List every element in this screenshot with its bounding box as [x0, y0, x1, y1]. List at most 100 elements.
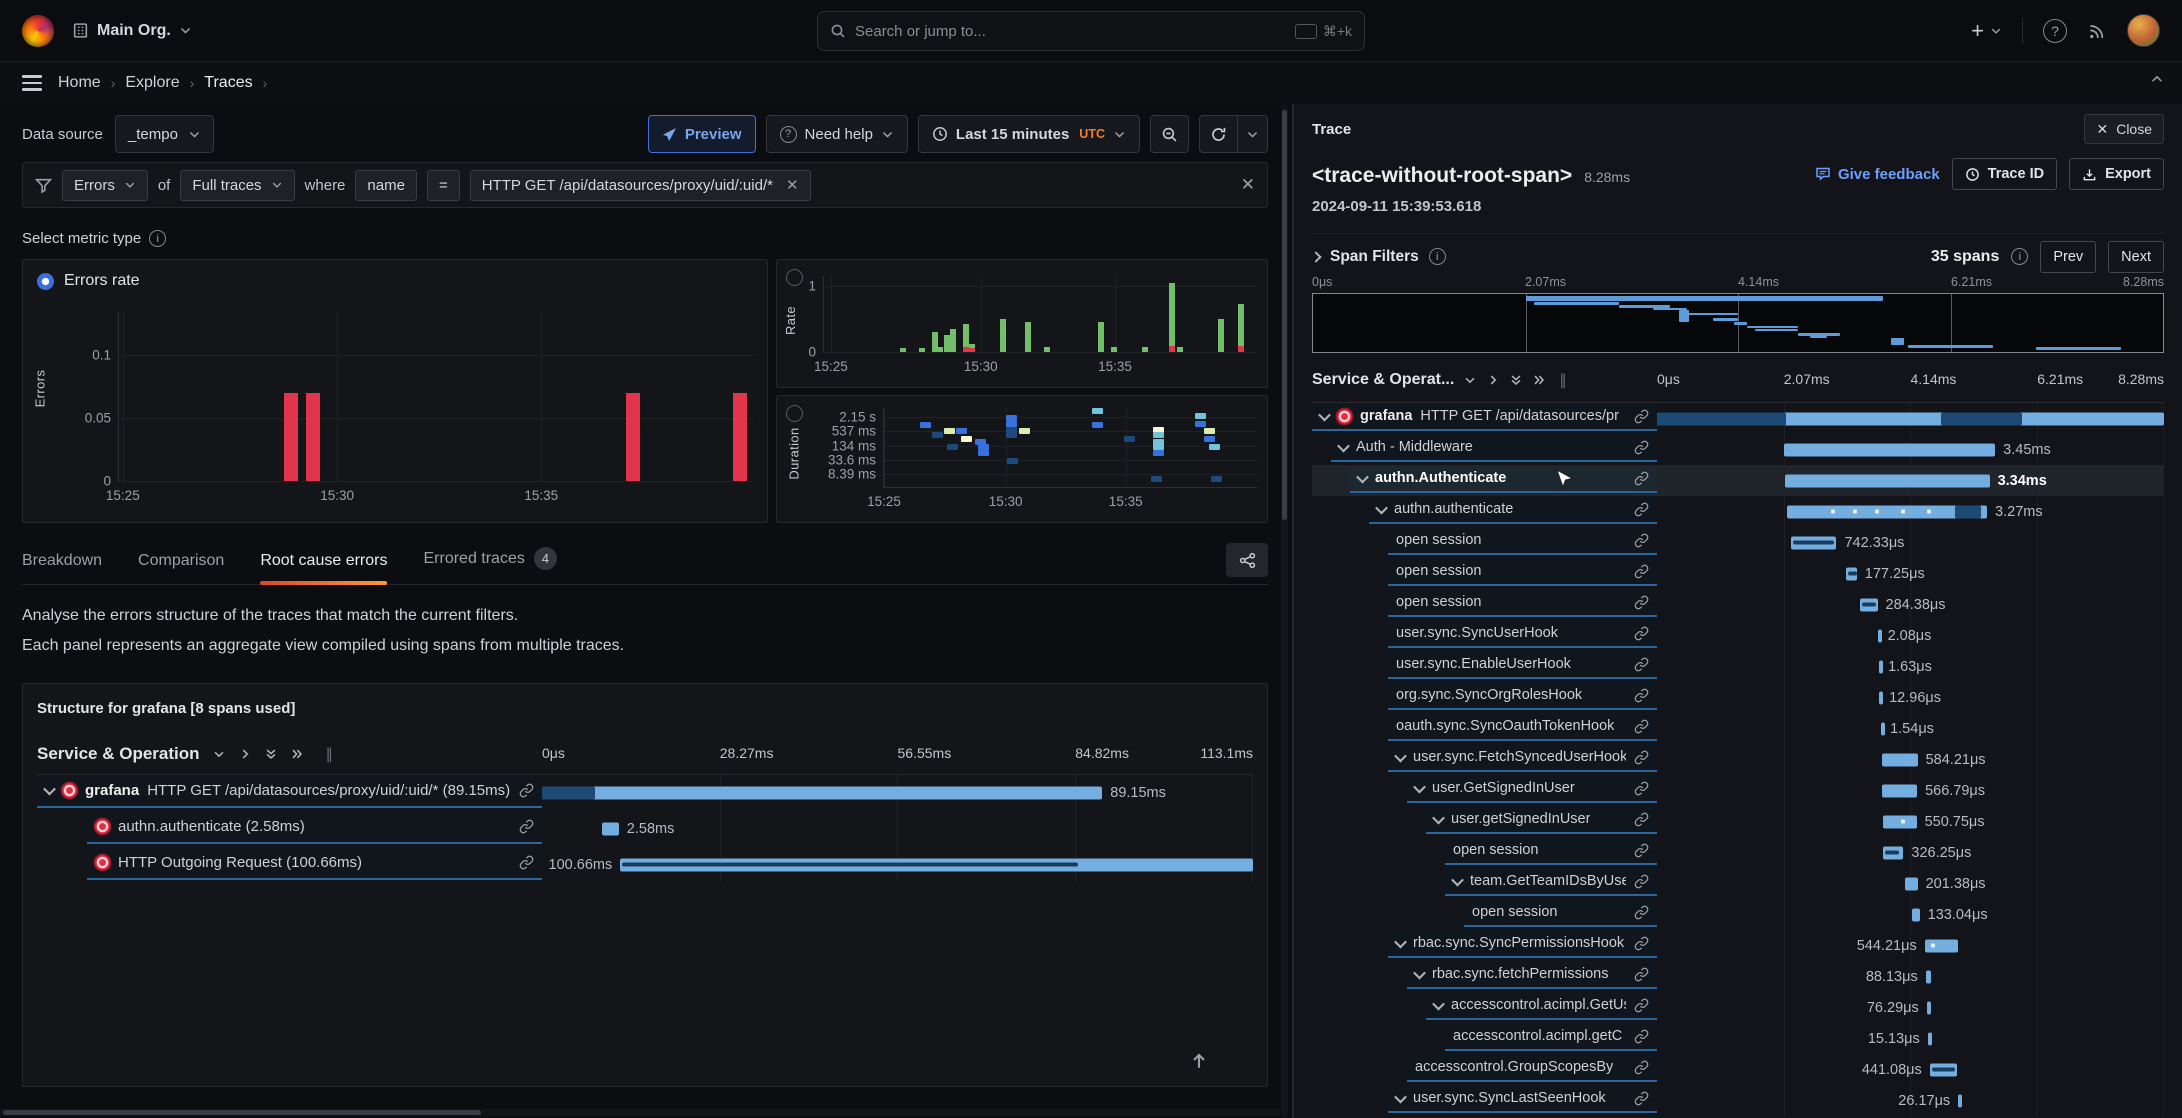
filter-operator-chip[interactable]: = — [427, 170, 460, 201]
span-duration-bar[interactable] — [1928, 1032, 1932, 1045]
span-row[interactable]: user.sync.FetchSyncedUserHook584.21μs — [1312, 744, 2164, 775]
span-name-cell[interactable]: open session — [1388, 558, 1657, 586]
span-row[interactable]: user.GetSignedInUser566.79μs — [1312, 775, 2164, 806]
span-duration-bar[interactable] — [1882, 784, 1917, 797]
span-link-icon[interactable] — [1634, 471, 1649, 486]
span-name-cell[interactable]: rbac.sync.fetchPermissions — [1407, 961, 1657, 989]
expand-one-icon[interactable] — [238, 747, 252, 761]
span-duration-bar[interactable] — [1878, 629, 1882, 642]
trace-minimap[interactable] — [1312, 293, 2164, 353]
span-row[interactable]: authn.Authenticate3.34ms — [1312, 465, 2164, 496]
collapse-all-icon[interactable] — [1509, 373, 1523, 387]
heatmap-cell[interactable] — [961, 436, 972, 442]
span-duration-bar[interactable] — [1784, 443, 1995, 456]
rate-bar[interactable] — [919, 348, 925, 352]
time-range-picker[interactable]: Last 15 minutes UTC — [918, 115, 1140, 153]
span-duration-bar[interactable] — [1925, 939, 1958, 952]
span-row[interactable]: grafanaHTTP GET /api/datasources/proxy/u… — [37, 775, 1253, 811]
expand-chevron-icon[interactable] — [43, 783, 56, 796]
span-name-cell[interactable]: team.GetTeamIDsByUser — [1445, 868, 1657, 896]
span-duration-bar[interactable] — [1785, 474, 1989, 487]
expand-chevron-icon[interactable] — [1394, 749, 1407, 762]
span-row[interactable]: Auth - Middleware3.45ms — [1312, 434, 2164, 465]
span-duration-bar[interactable] — [1791, 536, 1837, 549]
info-icon[interactable]: i — [149, 230, 166, 247]
heatmap-cell[interactable] — [1151, 476, 1162, 482]
span-name-cell[interactable]: open session — [1388, 527, 1657, 555]
span-row[interactable]: oauth.sync.SyncOauthTokenHook1.54μs — [1312, 713, 2164, 744]
span-duration-bar[interactable] — [1926, 970, 1932, 983]
heatmap-cell[interactable] — [1153, 450, 1164, 456]
span-link-icon[interactable] — [1634, 409, 1649, 424]
expand-chevron-icon[interactable] — [1394, 1090, 1407, 1103]
heatmap-cell[interactable] — [1195, 413, 1206, 419]
refresh-interval-dropdown[interactable] — [1238, 115, 1268, 153]
span-row[interactable]: authn.authenticate3.27ms — [1312, 496, 2164, 527]
span-link-icon[interactable] — [1634, 440, 1649, 455]
expand-chevron-icon[interactable] — [1318, 408, 1331, 421]
heatmap-cell[interactable] — [947, 444, 958, 450]
span-duration-bar[interactable] — [1787, 505, 1987, 518]
menu-icon[interactable] — [22, 75, 42, 91]
expand-chevron-icon[interactable] — [1375, 501, 1388, 514]
span-name-cell[interactable]: user.sync.FetchSyncedUserHook — [1388, 744, 1657, 772]
span-name-cell[interactable]: accesscontrol.acimpl.GetUs — [1426, 992, 1657, 1020]
zoom-out-button[interactable] — [1150, 115, 1189, 153]
heatmap-cell[interactable] — [1092, 422, 1103, 428]
span-link-icon[interactable] — [1634, 595, 1649, 610]
span-name-cell[interactable]: authn.authenticate (2.58ms) — [87, 811, 542, 844]
prev-button[interactable]: Prev — [2040, 241, 2096, 273]
heatmap-cell[interactable] — [1153, 432, 1164, 438]
span-duration-bar[interactable] — [1883, 846, 1903, 859]
collapse-one-icon[interactable] — [212, 747, 226, 761]
span-link-icon[interactable] — [1634, 781, 1649, 796]
span-row[interactable]: org.sync.SyncOrgRolesHook12.96μs — [1312, 682, 2164, 713]
span-row[interactable]: accesscontrol.GroupScopesBy441.08μs — [1312, 1054, 2164, 1085]
grafana-logo-icon[interactable] — [22, 15, 54, 47]
span-row[interactable]: HTTP Outgoing Request (100.66ms)100.66ms — [37, 847, 1253, 883]
span-duration-bar[interactable] — [542, 787, 1102, 800]
span-duration-bar[interactable] — [1882, 753, 1918, 766]
rate-bar[interactable] — [1142, 347, 1148, 352]
span-duration-bar[interactable] — [1879, 660, 1883, 673]
metric-chip[interactable]: Errors — [62, 170, 148, 201]
span-link-icon[interactable] — [519, 819, 534, 834]
heatmap-cell[interactable] — [944, 428, 955, 434]
span-duration-bar[interactable] — [1657, 412, 2164, 425]
rate-bar[interactable] — [1218, 319, 1224, 352]
expand-chevron-icon[interactable] — [1356, 470, 1369, 483]
rate-panel[interactable]: Rate 1015:2515:3015:35 — [776, 259, 1268, 388]
span-row[interactable]: open session133.04μs — [1312, 899, 2164, 930]
span-duration-bar[interactable] — [1860, 598, 1878, 611]
collapse-one-icon[interactable] — [1463, 373, 1477, 387]
rate-chart-plot[interactable]: 1015:2515:3015:35 — [823, 276, 1257, 353]
rate-bar[interactable] — [1238, 304, 1244, 351]
rate-bar[interactable] — [969, 344, 975, 352]
heatmap-cell[interactable] — [1204, 436, 1215, 442]
breadcrumb-home[interactable]: Home — [58, 74, 101, 92]
errors-chart-plot[interactable]: 0.10.05015:2515:3015:35 — [118, 312, 755, 482]
remove-filter-icon[interactable]: ✕ — [782, 176, 799, 194]
span-name-cell[interactable]: user.GetSignedInUser — [1407, 775, 1657, 803]
heatmap-cell[interactable] — [956, 428, 967, 434]
span-link-icon[interactable] — [1634, 1060, 1649, 1075]
span-name-cell[interactable]: user.getSignedInUser — [1426, 806, 1657, 834]
span-link-icon[interactable] — [519, 855, 534, 870]
rate-bar[interactable] — [1177, 347, 1183, 352]
span-link-icon[interactable] — [1634, 750, 1649, 765]
traces-type-chip[interactable]: Full traces — [180, 170, 294, 201]
span-link-icon[interactable] — [1634, 502, 1649, 517]
span-name-cell[interactable]: open session — [1445, 837, 1657, 865]
vertical-scrollbar[interactable] — [1281, 104, 1288, 1118]
span-duration-bar[interactable] — [1927, 1001, 1932, 1014]
heatmap-cell[interactable] — [920, 422, 931, 428]
error-bar[interactable] — [733, 393, 747, 481]
export-button[interactable]: Export — [2069, 158, 2164, 190]
add-new-button[interactable]: + — [1971, 18, 2002, 44]
rate-bar[interactable] — [1000, 319, 1006, 352]
error-bar[interactable] — [306, 393, 320, 481]
span-row[interactable]: accesscontrol.acimpl.GetUs76.29μs — [1312, 992, 2164, 1023]
span-link-icon[interactable] — [1634, 626, 1649, 641]
close-trace-button[interactable]: ✕ Close — [2084, 114, 2164, 144]
heatmap-cell[interactable] — [1124, 436, 1135, 442]
